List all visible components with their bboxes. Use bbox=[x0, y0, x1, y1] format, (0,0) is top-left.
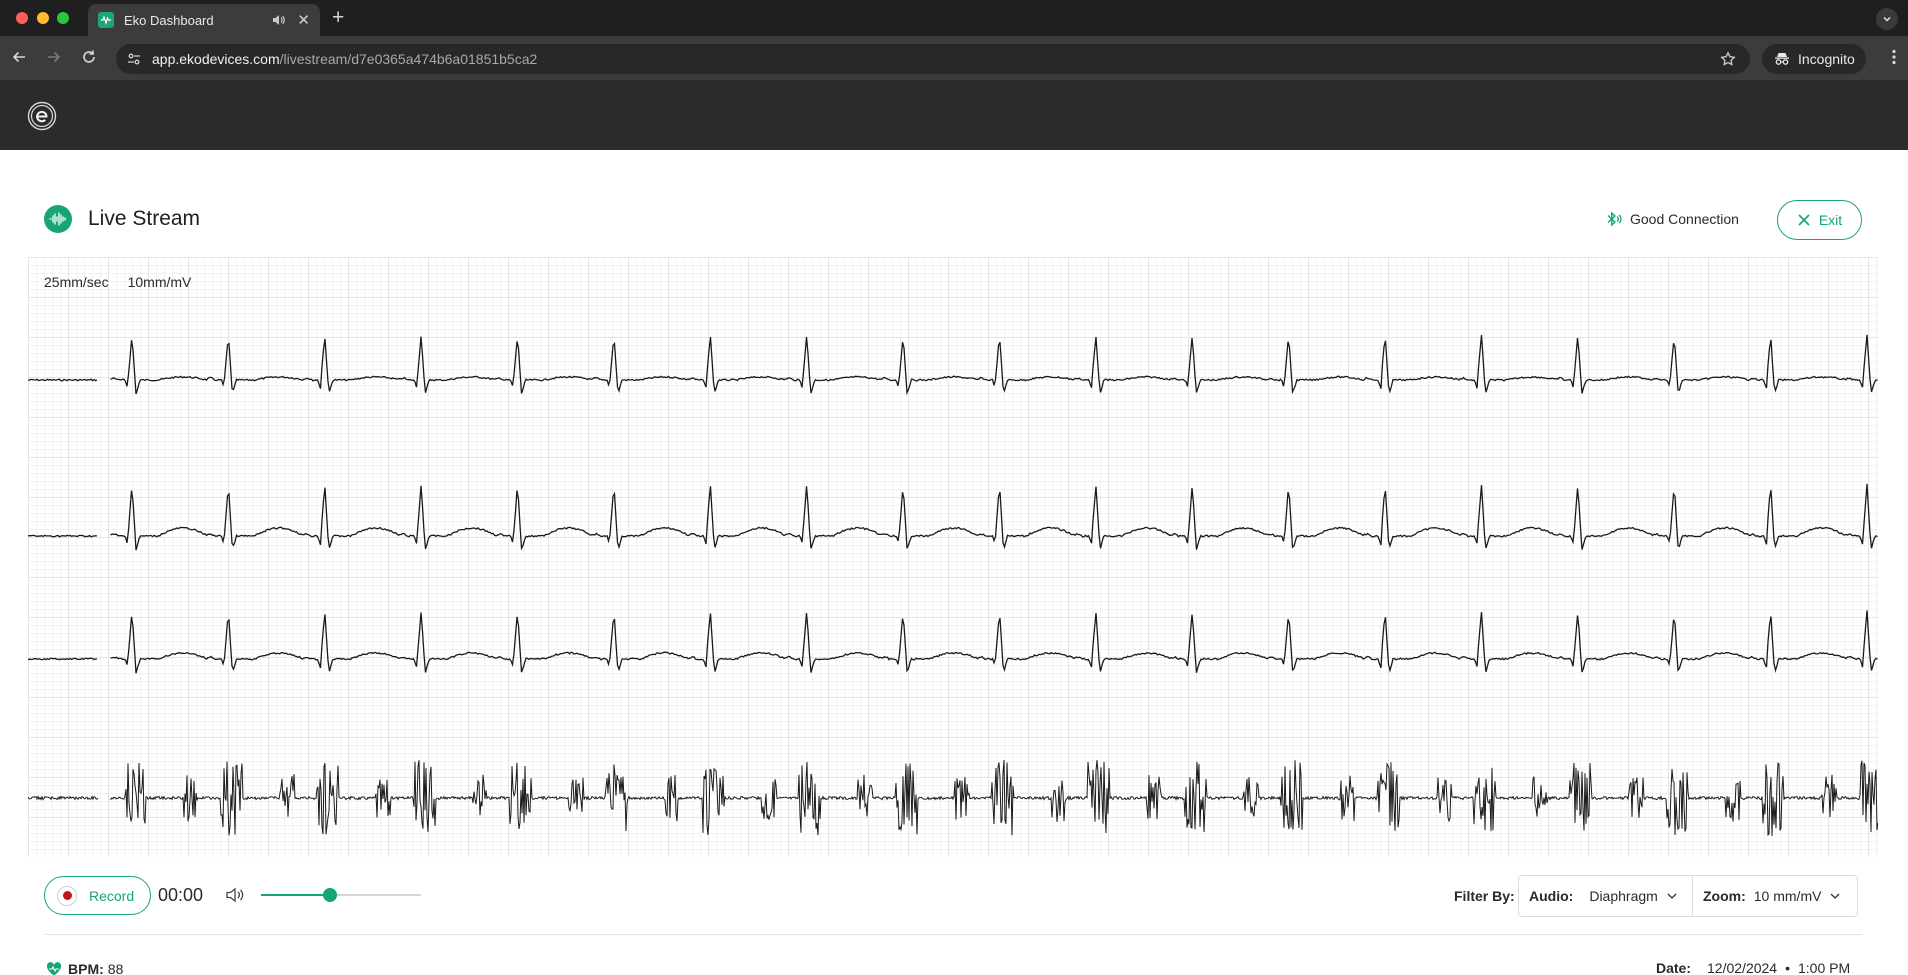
window-close-button[interactable] bbox=[16, 12, 28, 24]
volume-slider-thumb[interactable] bbox=[322, 888, 337, 902]
browser-toolbar: app.ekodevices.com/livestream/d7e0365a47… bbox=[0, 36, 1908, 80]
tab-search-button[interactable] bbox=[1876, 8, 1898, 30]
bluetooth-icon bbox=[1607, 211, 1622, 227]
phonocardiogram-trace bbox=[28, 759, 1878, 837]
time-value: 1:00 PM bbox=[1798, 960, 1851, 975]
recording-date: Date: 12/02/2024 • 1:00 PM bbox=[1656, 960, 1850, 975]
tab-close-icon[interactable]: ✕ bbox=[297, 13, 310, 28]
site-info-icon[interactable] bbox=[126, 51, 142, 67]
browser-menu-icon[interactable] bbox=[1892, 49, 1896, 65]
bpm-readout: BPM: 88 bbox=[46, 961, 123, 975]
record-dot-icon bbox=[57, 885, 77, 906]
address-bar[interactable]: app.ekodevices.com/livestream/d7e0365a47… bbox=[116, 44, 1750, 74]
record-button[interactable]: Record bbox=[44, 876, 151, 915]
audio-filter-label: Audio: bbox=[1529, 888, 1574, 904]
chevron-down-icon bbox=[1667, 893, 1677, 899]
app-header bbox=[0, 80, 1908, 150]
eko-favicon-icon bbox=[98, 12, 114, 28]
date-value: 12/02/2024 bbox=[1707, 960, 1778, 975]
audio-filter-value: Diaphragm bbox=[1589, 888, 1658, 904]
reload-icon[interactable] bbox=[80, 48, 98, 66]
exit-button[interactable]: Exit bbox=[1777, 200, 1862, 240]
incognito-label: Incognito bbox=[1798, 51, 1855, 67]
url-host: app.ekodevices.com bbox=[152, 51, 280, 67]
browser-tab[interactable]: Eko Dashboard ✕ bbox=[88, 4, 320, 36]
volume-slider[interactable] bbox=[261, 884, 421, 906]
heart-pulse-icon bbox=[46, 962, 62, 975]
ecg-lead-1-trace bbox=[28, 334, 1878, 396]
close-icon bbox=[1798, 214, 1810, 226]
section-divider bbox=[44, 934, 1862, 935]
bookmark-star-icon[interactable] bbox=[1720, 51, 1736, 67]
exit-button-label: Exit bbox=[1818, 212, 1843, 228]
date-label: Date: bbox=[1656, 960, 1692, 975]
zoom-dropdown[interactable]: Zoom: 10 mm/mV bbox=[1693, 876, 1851, 916]
tab-title: Eko Dashboard bbox=[124, 12, 214, 28]
filter-controls: Audio: Diaphragm Zoom: 10 mm/mV bbox=[1518, 875, 1858, 917]
chevron-down-icon bbox=[1830, 893, 1840, 899]
filter-by-label: Filter By: bbox=[1454, 888, 1515, 904]
volume-slider-fill bbox=[261, 894, 330, 896]
date-time-separator: • bbox=[1785, 960, 1790, 975]
ecg-lead-2-trace bbox=[28, 483, 1878, 551]
ecg-lead-3-trace bbox=[28, 610, 1878, 674]
window-maximize-button[interactable] bbox=[57, 12, 69, 24]
bpm-value: 88 bbox=[107, 961, 124, 975]
record-button-label: Record bbox=[89, 887, 135, 904]
incognito-indicator[interactable]: Incognito bbox=[1762, 44, 1866, 74]
connection-status: Good Connection bbox=[1604, 210, 1739, 228]
eko-logo-icon[interactable] bbox=[27, 101, 57, 131]
page-title: Live Stream bbox=[88, 207, 201, 230]
browser-tab-strip: Eko Dashboard ✕ + bbox=[0, 0, 1908, 36]
window-minimize-button[interactable] bbox=[37, 12, 49, 24]
ecg-waveform-display bbox=[28, 334, 1878, 837]
tab-audio-icon[interactable] bbox=[271, 13, 286, 27]
new-tab-button[interactable]: + bbox=[332, 7, 344, 29]
live-stream-waveform-icon bbox=[44, 205, 72, 233]
url-path: /livestream/d7e0365a474b6a01851b5ca2 bbox=[279, 51, 538, 67]
bpm-label: BPM: bbox=[68, 961, 104, 975]
back-arrow-icon[interactable] bbox=[10, 48, 28, 66]
audio-filter-dropdown[interactable]: Audio: Diaphragm bbox=[1519, 876, 1693, 916]
recording-timer: 00:00 bbox=[158, 885, 204, 905]
connection-status-label: Good Connection bbox=[1630, 211, 1739, 227]
incognito-icon bbox=[1775, 53, 1789, 65]
volume-icon[interactable] bbox=[225, 886, 245, 904]
zoom-label: Zoom: bbox=[1703, 888, 1746, 904]
zoom-value: 10 mm/mV bbox=[1753, 888, 1822, 904]
forward-arrow-icon[interactable] bbox=[45, 48, 63, 66]
